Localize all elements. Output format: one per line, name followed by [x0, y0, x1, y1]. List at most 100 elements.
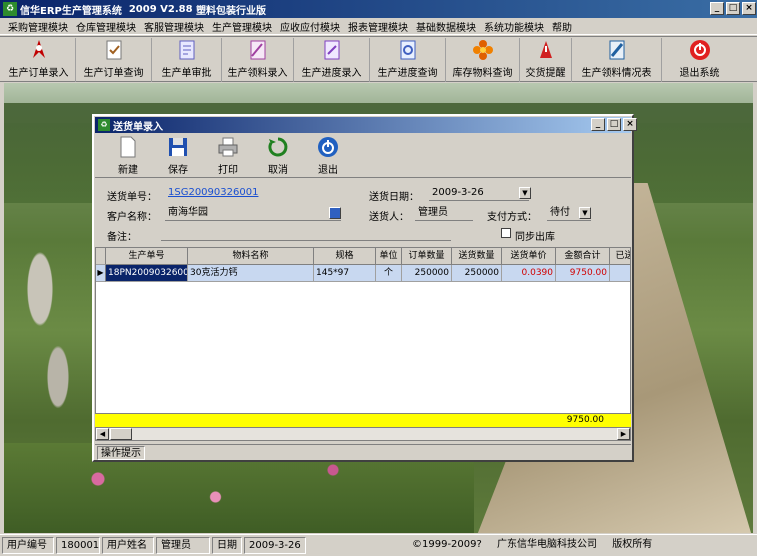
new-button[interactable]: 新建: [103, 134, 153, 178]
payment-label: 支付方式：: [487, 212, 537, 223]
cell-spec[interactable]: 145*97: [314, 265, 376, 282]
menu-receivables[interactable]: 应收应付模块: [276, 19, 344, 34]
table-row[interactable]: ▶ 18PN20090326001 30克活力钙 145*97 个 250000…: [96, 265, 630, 282]
copyright: ©1999-2009?: [412, 539, 482, 550]
dialog-minimize-button[interactable]: _: [591, 118, 605, 131]
total-amount: 9750.00: [566, 415, 604, 425]
date-label: 日期: [212, 537, 242, 554]
deliverer-field[interactable]: 管理员: [415, 206, 473, 221]
column-header[interactable]: 物料名称: [188, 248, 314, 265]
dialog-title-bar: ♻ 送货单录入 _ □ ×: [95, 117, 637, 133]
print-button[interactable]: 打印: [203, 134, 253, 178]
toolbar-requisition-report-button[interactable]: 生产领料情况表: [572, 38, 662, 82]
cancel-button[interactable]: 取消: [253, 134, 303, 178]
cell-delivery-qty[interactable]: 250000: [452, 265, 502, 282]
scroll-left-icon[interactable]: ◀: [96, 428, 109, 440]
report-pen-icon: [609, 40, 624, 60]
new-document-icon: [120, 136, 136, 158]
delivery-date-label: 送货日期：: [369, 192, 419, 203]
app-title-bar: ♻ 信华ERP生产管理系统 2009 V2.88 塑料包装行业版 _ □ ×: [0, 0, 757, 18]
toolbar-production-order-query-button[interactable]: 生产订单查询: [76, 38, 152, 82]
toolbar-delivery-reminder-button[interactable]: 交货提醒: [520, 38, 572, 82]
toolbar-exit-system-button[interactable]: 退出系统: [662, 38, 737, 82]
cell-order-qty[interactable]: 250000: [402, 265, 452, 282]
menu-production[interactable]: 生产管理模块: [208, 19, 276, 34]
dialog-logo-icon: ♻: [98, 119, 110, 131]
grid-totals-row: 9750.00: [95, 413, 631, 427]
menu-purchase[interactable]: 采购管理模块: [4, 19, 72, 34]
delivery-no-value[interactable]: 1SG20090326001: [165, 186, 275, 201]
close-button[interactable]: ×: [742, 2, 756, 15]
menu-base-data[interactable]: 基础数据模块: [412, 19, 480, 34]
floppy-disk-icon: [169, 138, 187, 156]
dialog-close-button[interactable]: ×: [623, 118, 637, 131]
power-icon: [318, 137, 338, 157]
scroll-thumb[interactable]: [110, 428, 132, 440]
toolbar-progress-query-button[interactable]: 生产进度查询: [370, 38, 446, 82]
dialog-toolbar: 新建 保存 打印 取消 退出: [95, 134, 631, 178]
user-name-label: 用户姓名: [102, 537, 154, 554]
progress-entry-icon: [324, 40, 339, 60]
dialog-status-bar: 操作提示: [95, 444, 631, 460]
toolbar-production-order-entry-button[interactable]: 生产订单录入: [2, 38, 76, 82]
customer-lookup-icon[interactable]: [329, 207, 341, 219]
toolbar-production-approval-button[interactable]: 生产单审批: [152, 38, 222, 82]
dialog-title: 送货单录入: [113, 121, 163, 133]
exit-icon: [689, 40, 710, 60]
dialog-maximize-button[interactable]: □: [607, 118, 621, 131]
column-header[interactable]: 送货单价: [502, 248, 556, 265]
operation-tips-tab[interactable]: 操作提示: [97, 446, 145, 460]
column-header[interactable]: 单位: [376, 248, 402, 265]
alert-icon: [539, 41, 552, 58]
payment-dropdown-icon[interactable]: ▼: [579, 207, 591, 219]
date-value: 2009-3-26: [244, 537, 306, 554]
toolbar-progress-entry-button[interactable]: 生产进度录入: [294, 38, 370, 82]
date-dropdown-icon[interactable]: ▼: [519, 187, 531, 199]
printer-icon: [218, 137, 238, 157]
column-header[interactable]: 生产单号: [106, 248, 188, 265]
menu-reports[interactable]: 报表管理模块: [344, 19, 412, 34]
cell-delivered[interactable]: [610, 265, 630, 282]
cell-unit-price[interactable]: 0.0390: [502, 265, 556, 282]
sync-outbound-label: 同步出库: [515, 232, 555, 243]
toolbar-inventory-query-button[interactable]: 库存物料查询: [446, 38, 520, 82]
remark-field[interactable]: [161, 226, 451, 241]
maximize-button[interactable]: □: [726, 2, 740, 15]
cell-order-no[interactable]: 18PN20090326001: [106, 265, 188, 282]
customer-label: 客户名称：: [107, 212, 157, 223]
sync-outbound-checkbox[interactable]: [501, 228, 511, 238]
toolbar-material-requisition-entry-button[interactable]: 生产领料录入: [222, 38, 294, 82]
progress-query-icon: [400, 40, 415, 60]
document-check-icon: [106, 40, 121, 60]
delivery-entry-dialog: ♻ 送货单录入 _ □ × 新建 保存 打印 取消 退出 送货单号： 1SG20…: [92, 114, 637, 462]
delivery-no-label: 送货单号：: [107, 192, 157, 203]
row-indicator-icon: ▶: [96, 265, 106, 282]
column-header[interactable]: 送货数量: [452, 248, 502, 265]
exit-button[interactable]: 退出: [303, 134, 353, 178]
column-header[interactable]: 规格: [314, 248, 376, 265]
menu-customer-service[interactable]: 客服管理模块: [140, 19, 208, 34]
delivery-date-field[interactable]: 2009-3-26: [429, 186, 529, 201]
scroll-right-icon[interactable]: ▶: [617, 428, 630, 440]
save-button[interactable]: 保存: [153, 134, 203, 178]
horizontal-scrollbar[interactable]: ◀ ▶: [95, 427, 631, 441]
column-header[interactable]: 订单数量: [402, 248, 452, 265]
cancel-icon: [268, 137, 288, 157]
column-header[interactable]: 已送: [610, 248, 630, 265]
menu-help[interactable]: 帮助: [548, 19, 576, 34]
flower-icon: [472, 40, 493, 60]
customer-field[interactable]: 南海华园: [165, 206, 341, 221]
copyright-line: ©1999-2009? 广东信华电脑科技公司 版权所有: [308, 537, 748, 554]
requisition-icon: [250, 40, 265, 60]
pdf-icon: [32, 40, 45, 58]
menu-warehouse[interactable]: 仓库管理模块: [72, 19, 140, 34]
approve-icon: [179, 40, 194, 60]
menu-system[interactable]: 系统功能模块: [480, 19, 548, 34]
minimize-button[interactable]: _: [710, 2, 724, 15]
column-header[interactable]: 金额合计: [556, 248, 610, 265]
cell-material-name[interactable]: 30克活力钙: [188, 265, 314, 282]
user-no-label: 用户编号: [2, 537, 54, 554]
cell-amount[interactable]: 9750.00: [556, 265, 610, 282]
cell-unit[interactable]: 个: [376, 265, 402, 282]
status-bar: 用户编号 180001 用户姓名 管理员 日期 2009-3-26 ©1999-…: [0, 534, 757, 556]
